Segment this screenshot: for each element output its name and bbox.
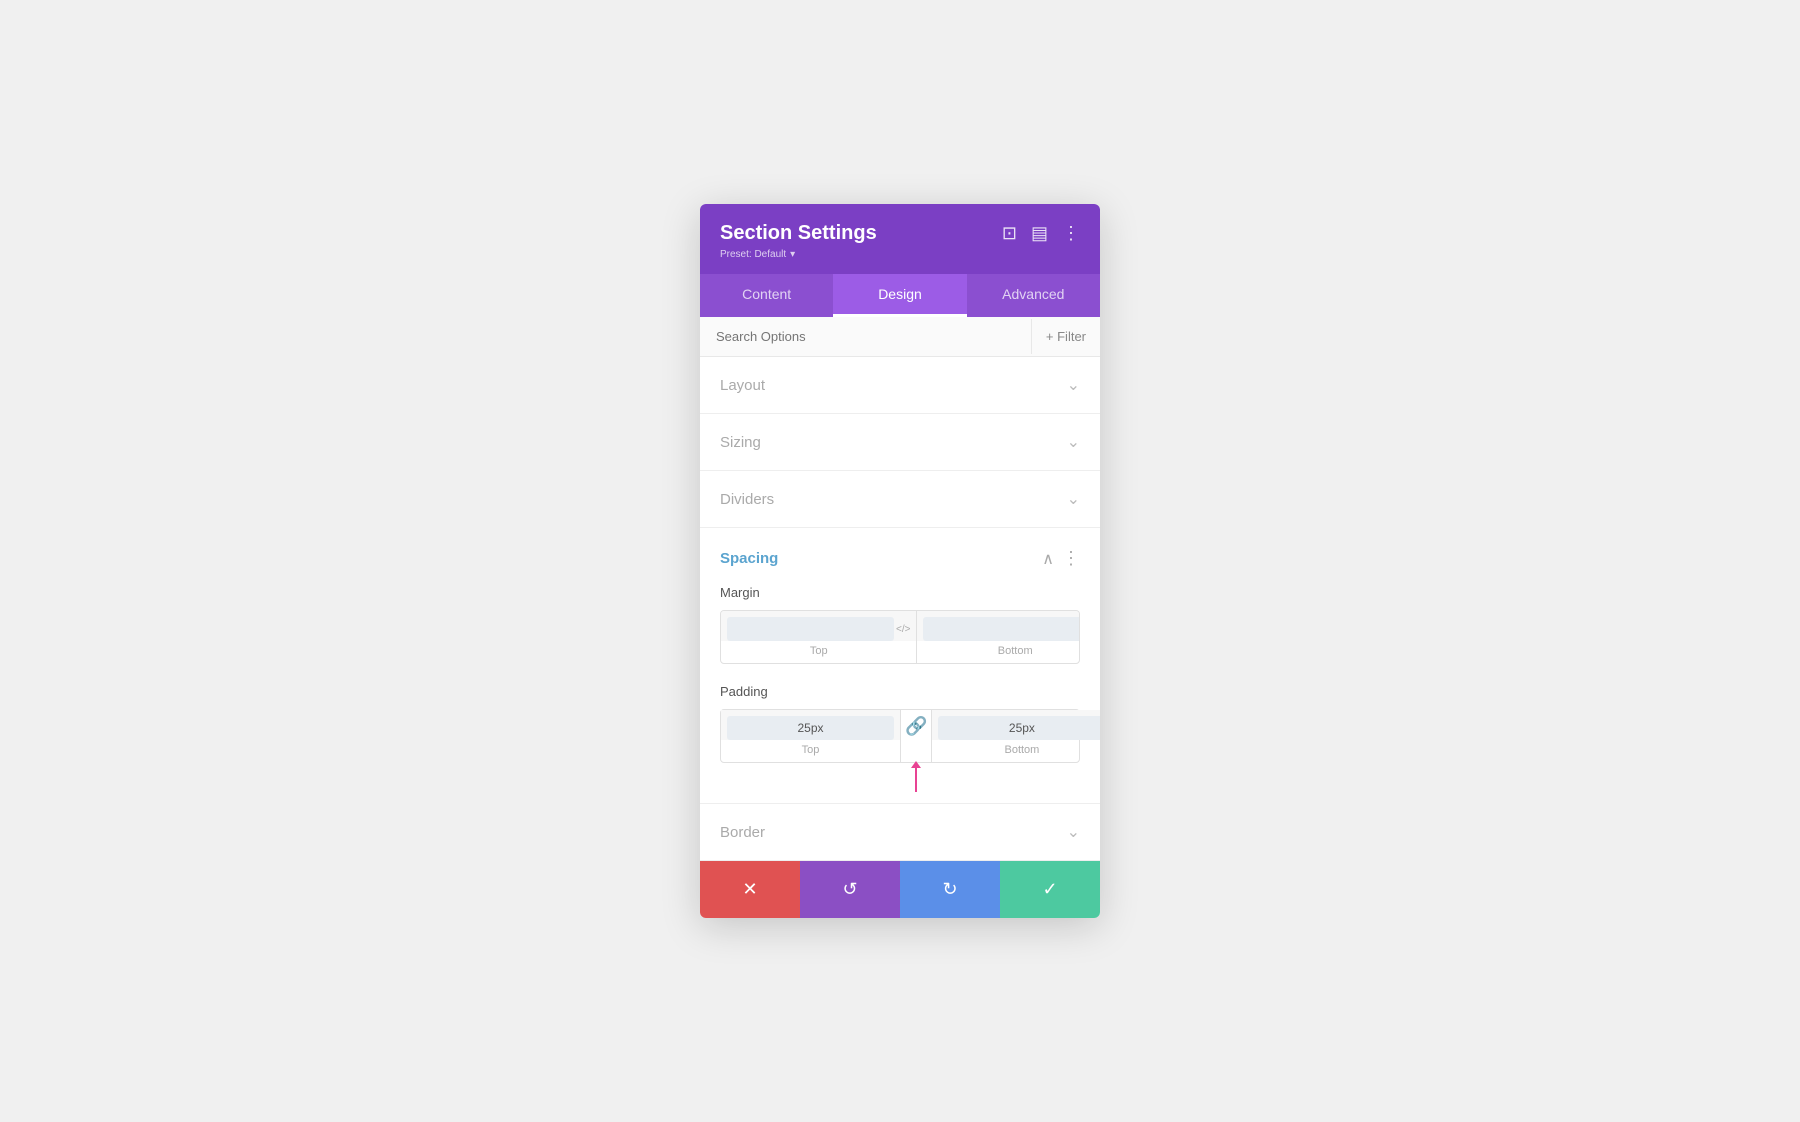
panel-header-top: Section Settings ⊡ ▤ ⋮ bbox=[720, 222, 1080, 245]
padding-bottom-input-wrap bbox=[932, 710, 1100, 740]
margin-top-code-icon[interactable]: </> bbox=[896, 624, 910, 635]
spacing-header: Spacing ∧ ⋮ bbox=[720, 548, 1080, 569]
padding-top-input-wrap bbox=[721, 710, 900, 740]
arrow-shaft bbox=[915, 768, 917, 792]
save-button[interactable]: ✓ bbox=[1000, 861, 1100, 918]
margin-top-input[interactable] bbox=[727, 617, 894, 641]
margin-label: Margin bbox=[720, 585, 1080, 600]
panel-header: Section Settings ⊡ ▤ ⋮ Preset: Default ▾ bbox=[700, 204, 1100, 274]
dividers-section-row[interactable]: Dividers ⌄ bbox=[700, 471, 1100, 528]
padding-bottom-label: Bottom bbox=[1004, 740, 1039, 762]
margin-bottom-input[interactable] bbox=[923, 617, 1080, 641]
padding-label: Padding bbox=[720, 684, 1080, 699]
section-settings-panel: Section Settings ⊡ ▤ ⋮ Preset: Default ▾… bbox=[700, 204, 1100, 918]
cancel-button[interactable]: ✕ bbox=[700, 861, 800, 918]
preset-label: Preset: Default bbox=[720, 249, 786, 260]
border-chevron-icon: ⌄ bbox=[1067, 822, 1080, 842]
filter-button[interactable]: + Filter bbox=[1031, 319, 1100, 354]
more-icon[interactable]: ⋮ bbox=[1062, 223, 1080, 244]
border-section-row[interactable]: Border ⌄ bbox=[700, 804, 1100, 861]
redo-button[interactable]: ↻ bbox=[900, 861, 1000, 918]
arrow-indicator bbox=[911, 761, 921, 792]
tab-content[interactable]: Content bbox=[700, 274, 833, 317]
dividers-chevron-icon: ⌄ bbox=[1067, 489, 1080, 509]
footer-actions: ✕ ↺ ↻ ✓ bbox=[700, 861, 1100, 918]
spacing-title: Spacing bbox=[720, 550, 778, 567]
panel-preset[interactable]: Preset: Default ▾ bbox=[720, 249, 1080, 260]
sizing-chevron-icon: ⌄ bbox=[1067, 432, 1080, 452]
spacing-controls: ∧ ⋮ bbox=[1042, 548, 1080, 569]
padding-top-cell: Top bbox=[721, 710, 901, 762]
undo-button[interactable]: ↺ bbox=[800, 861, 900, 918]
padding-bottom-input[interactable] bbox=[938, 716, 1100, 740]
margin-bottom-cell: </> Bottom bbox=[917, 611, 1080, 663]
layout-label: Layout bbox=[720, 377, 765, 394]
panel-title: Section Settings bbox=[720, 222, 877, 245]
margin-top-cell: </> Top bbox=[721, 611, 917, 663]
padding-group: Padding Top 🔗 bbox=[720, 684, 1080, 763]
margin-fields-row: </> Top </> Bottom bbox=[720, 610, 1080, 664]
padding-top-input[interactable] bbox=[727, 716, 894, 740]
arrow-head-icon bbox=[911, 761, 921, 768]
layout-section-row[interactable]: Layout ⌄ bbox=[700, 357, 1100, 414]
margin-bottom-label: Bottom bbox=[998, 641, 1033, 663]
border-label: Border bbox=[720, 824, 765, 841]
dividers-label: Dividers bbox=[720, 491, 774, 508]
focus-icon[interactable]: ⊡ bbox=[1002, 223, 1017, 244]
preset-arrow: ▾ bbox=[790, 249, 795, 260]
spacing-collapse-icon[interactable]: ∧ bbox=[1042, 549, 1054, 569]
margin-top-input-wrap: </> bbox=[721, 611, 916, 641]
sections-list: Layout ⌄ Sizing ⌄ Dividers ⌄ Spacing ∧ ⋮ bbox=[700, 357, 1100, 861]
padding-bottom-cell: Bottom bbox=[932, 710, 1100, 762]
layout-icon[interactable]: ▤ bbox=[1031, 223, 1048, 244]
spacing-section: Spacing ∧ ⋮ Margin </> Top bbox=[700, 528, 1100, 804]
padding-fields-row: Top 🔗 bbox=[720, 709, 1080, 763]
padding-link-cell: 🔗 bbox=[901, 710, 932, 762]
padding-link-icon[interactable]: 🔗 bbox=[905, 716, 927, 737]
margin-top-label: Top bbox=[810, 641, 828, 663]
tab-advanced[interactable]: Advanced bbox=[967, 274, 1100, 317]
search-input[interactable] bbox=[700, 317, 1031, 356]
margin-bottom-input-wrap: </> bbox=[917, 611, 1080, 641]
margin-group: Margin </> Top </> bbox=[720, 585, 1080, 664]
search-bar: + Filter bbox=[700, 317, 1100, 357]
sizing-section-row[interactable]: Sizing ⌄ bbox=[700, 414, 1100, 471]
layout-chevron-icon: ⌄ bbox=[1067, 375, 1080, 395]
padding-top-label: Top bbox=[802, 740, 820, 762]
spacing-more-icon[interactable]: ⋮ bbox=[1062, 548, 1080, 569]
tab-design[interactable]: Design bbox=[833, 274, 966, 317]
tabs-bar: Content Design Advanced bbox=[700, 274, 1100, 317]
sizing-label: Sizing bbox=[720, 434, 761, 451]
panel-header-icons: ⊡ ▤ ⋮ bbox=[1002, 223, 1080, 244]
